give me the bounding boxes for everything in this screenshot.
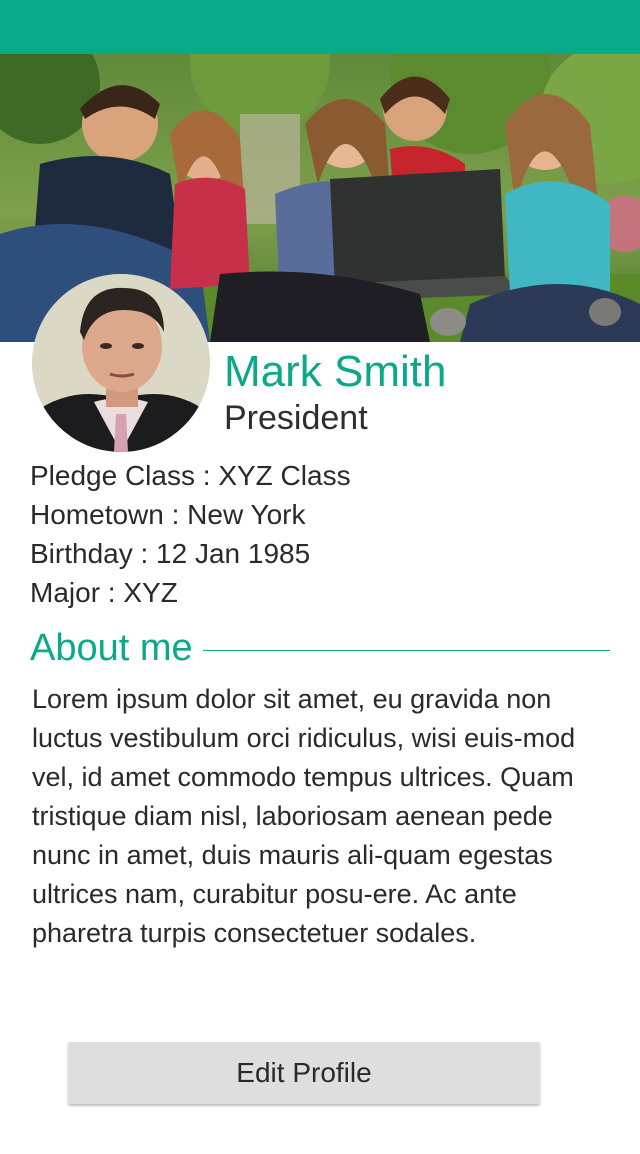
detail-birthday: Birthday : 12 Jan 1985: [30, 538, 311, 569]
profile-details: Pledge Class : XYZ Class Hometown : New …: [30, 456, 610, 612]
about-title: About me: [30, 627, 193, 669]
about-text: Lorem ipsum dolor sit amet, eu gravida n…: [32, 684, 576, 948]
detail-hometown: Hometown : New York: [30, 499, 306, 530]
about-divider: [202, 649, 610, 651]
profile-name: Mark Smith: [224, 347, 447, 396]
about-section-header: About me: [30, 624, 610, 672]
avatar[interactable]: [32, 274, 210, 452]
detail-major: Major : XYZ: [30, 577, 178, 608]
app-bar: [0, 0, 640, 54]
profile-role: President: [224, 399, 368, 437]
profile-screen: Mark Smith President Pledge Class : XYZ …: [0, 0, 640, 1154]
edit-profile-button[interactable]: Edit Profile: [68, 1042, 540, 1104]
avatar-image: [32, 274, 210, 452]
detail-pledge-class: Pledge Class : XYZ Class: [30, 460, 351, 491]
